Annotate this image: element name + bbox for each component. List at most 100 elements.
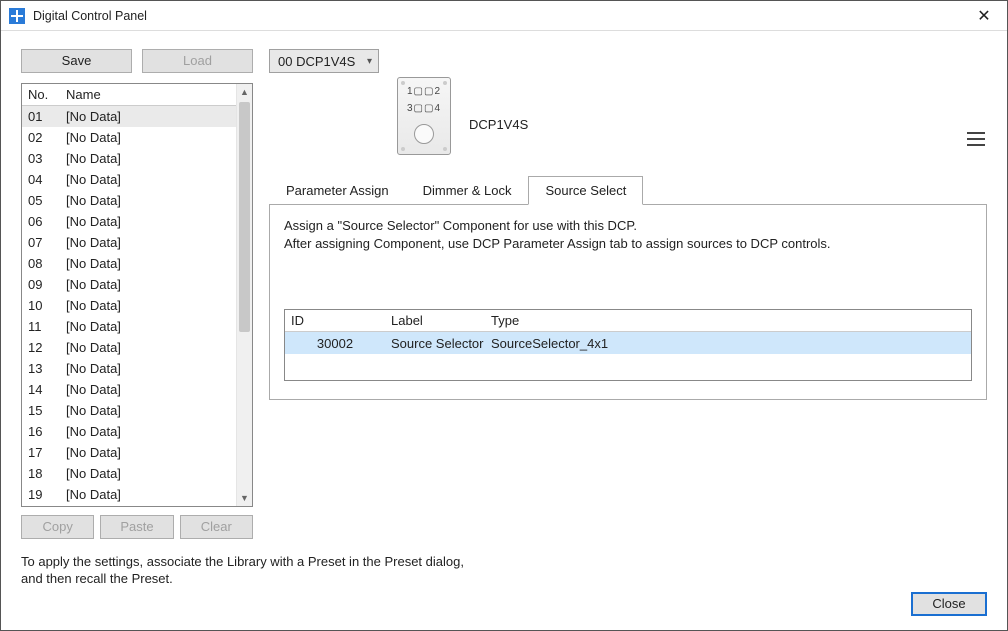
chevron-down-icon: ▾ bbox=[367, 56, 372, 67]
list-cell-no: 02 bbox=[22, 130, 60, 145]
list-cell-name: [No Data] bbox=[60, 256, 236, 271]
list-row[interactable]: 08[No Data] bbox=[22, 253, 236, 274]
list-row[interactable]: 15[No Data] bbox=[22, 400, 236, 421]
list-scrollbar[interactable]: ▲ ▼ bbox=[236, 84, 252, 506]
list-row[interactable]: 06[No Data] bbox=[22, 211, 236, 232]
device-icon: 1▢▢2 3▢▢4 bbox=[397, 77, 451, 155]
list-row[interactable]: 19[No Data] bbox=[22, 484, 236, 505]
tab-dimmer-lock[interactable]: Dimmer & Lock bbox=[406, 176, 529, 205]
list-cell-no: 12 bbox=[22, 340, 60, 355]
list-cell-name: [No Data] bbox=[60, 340, 236, 355]
list-cell-no: 18 bbox=[22, 466, 60, 481]
list-cell-no: 03 bbox=[22, 151, 60, 166]
list-row[interactable]: 18[No Data] bbox=[22, 463, 236, 484]
list-cell-name: [No Data] bbox=[60, 214, 236, 229]
list-cell-name: [No Data] bbox=[60, 466, 236, 481]
list-cell-name: [No Data] bbox=[60, 109, 236, 124]
window-title: Digital Control Panel bbox=[33, 9, 969, 23]
list-cell-name: [No Data] bbox=[60, 361, 236, 376]
list-row[interactable]: 12[No Data] bbox=[22, 337, 236, 358]
list-cell-name: [No Data] bbox=[60, 298, 236, 313]
device-select-value: 00 DCP1V4S bbox=[278, 54, 355, 69]
grid-row[interactable]: 30002Source SelectorSourceSelector_4x1 bbox=[285, 332, 971, 354]
list-cell-name: [No Data] bbox=[60, 382, 236, 397]
scroll-down-icon[interactable]: ▼ bbox=[237, 490, 252, 506]
app-icon bbox=[9, 8, 25, 24]
list-cell-no: 19 bbox=[22, 487, 60, 502]
tab-parameter-assign[interactable]: Parameter Assign bbox=[269, 176, 406, 205]
list-cell-no: 07 bbox=[22, 235, 60, 250]
device-select-combo[interactable]: 00 DCP1V4S ▾ bbox=[269, 49, 379, 73]
load-button[interactable]: Load bbox=[142, 49, 253, 73]
tab-panel-source-select: Assign a "Source Selector" Component for… bbox=[269, 205, 987, 400]
list-cell-no: 16 bbox=[22, 424, 60, 439]
list-row[interactable]: 10[No Data] bbox=[22, 295, 236, 316]
menu-icon[interactable] bbox=[967, 132, 985, 146]
list-row[interactable]: 20[No Data] bbox=[22, 505, 236, 506]
list-cell-no: 06 bbox=[22, 214, 60, 229]
clear-button[interactable]: Clear bbox=[180, 515, 253, 539]
scroll-up-icon[interactable]: ▲ bbox=[237, 84, 252, 100]
list-cell-no: 15 bbox=[22, 403, 60, 418]
device-face-line2: 3▢▢4 bbox=[407, 103, 441, 114]
list-row[interactable]: 14[No Data] bbox=[22, 379, 236, 400]
device-face-line1: 1▢▢2 bbox=[407, 86, 441, 97]
list-cell-no: 14 bbox=[22, 382, 60, 397]
list-cell-name: [No Data] bbox=[60, 277, 236, 292]
save-button[interactable]: Save bbox=[21, 49, 132, 73]
list-cell-name: [No Data] bbox=[60, 487, 236, 502]
list-header: No. Name bbox=[22, 84, 236, 106]
library-list[interactable]: No. Name 01[No Data]02[No Data]03[No Dat… bbox=[21, 83, 253, 507]
copy-button[interactable]: Copy bbox=[21, 515, 94, 539]
tab-bar: Parameter Assign Dimmer & Lock Source Se… bbox=[269, 175, 987, 205]
list-row[interactable]: 09[No Data] bbox=[22, 274, 236, 295]
title-bar: Digital Control Panel ✕ bbox=[1, 1, 1007, 31]
tab-source-select[interactable]: Source Select bbox=[528, 176, 643, 205]
list-row[interactable]: 05[No Data] bbox=[22, 190, 236, 211]
list-cell-name: [No Data] bbox=[60, 424, 236, 439]
list-cell-no: 17 bbox=[22, 445, 60, 460]
grid-header: ID Label Type bbox=[285, 310, 971, 332]
close-button[interactable]: Close bbox=[911, 592, 987, 616]
list-row[interactable]: 16[No Data] bbox=[22, 421, 236, 442]
list-header-no: No. bbox=[22, 87, 60, 102]
device-model-label: DCP1V4S bbox=[469, 117, 528, 132]
footer-note: To apply the settings, associate the Lib… bbox=[21, 553, 987, 588]
list-cell-no: 01 bbox=[22, 109, 60, 124]
list-cell-no: 05 bbox=[22, 193, 60, 208]
device-knob-icon bbox=[414, 124, 434, 144]
grid-cell-id: 30002 bbox=[285, 336, 385, 351]
list-cell-no: 10 bbox=[22, 298, 60, 313]
list-cell-name: [No Data] bbox=[60, 130, 236, 145]
list-row[interactable]: 07[No Data] bbox=[22, 232, 236, 253]
list-cell-no: 09 bbox=[22, 277, 60, 292]
list-cell-no: 08 bbox=[22, 256, 60, 271]
list-cell-name: [No Data] bbox=[60, 172, 236, 187]
list-cell-no: 04 bbox=[22, 172, 60, 187]
window-close-button[interactable]: ✕ bbox=[969, 6, 999, 26]
list-row[interactable]: 03[No Data] bbox=[22, 148, 236, 169]
list-row[interactable]: 01[No Data] bbox=[22, 106, 236, 127]
list-cell-name: [No Data] bbox=[60, 403, 236, 418]
list-header-name: Name bbox=[60, 87, 236, 102]
source-select-description: Assign a "Source Selector" Component for… bbox=[284, 217, 972, 253]
list-row[interactable]: 02[No Data] bbox=[22, 127, 236, 148]
list-row[interactable]: 04[No Data] bbox=[22, 169, 236, 190]
source-selector-grid[interactable]: ID Label Type 30002Source SelectorSource… bbox=[284, 309, 972, 381]
list-cell-name: [No Data] bbox=[60, 445, 236, 460]
scroll-thumb[interactable] bbox=[239, 102, 250, 332]
list-cell-name: [No Data] bbox=[60, 235, 236, 250]
list-cell-name: [No Data] bbox=[60, 193, 236, 208]
list-row[interactable]: 13[No Data] bbox=[22, 358, 236, 379]
list-cell-name: [No Data] bbox=[60, 151, 236, 166]
list-row[interactable]: 11[No Data] bbox=[22, 316, 236, 337]
list-row[interactable]: 17[No Data] bbox=[22, 442, 236, 463]
grid-cell-type: SourceSelector_4x1 bbox=[485, 336, 971, 351]
list-cell-name: [No Data] bbox=[60, 319, 236, 334]
grid-header-type: Type bbox=[485, 313, 971, 328]
grid-cell-label: Source Selector bbox=[385, 336, 485, 351]
paste-button[interactable]: Paste bbox=[100, 515, 173, 539]
list-cell-no: 13 bbox=[22, 361, 60, 376]
list-cell-no: 11 bbox=[22, 319, 60, 334]
grid-header-label: Label bbox=[385, 313, 485, 328]
